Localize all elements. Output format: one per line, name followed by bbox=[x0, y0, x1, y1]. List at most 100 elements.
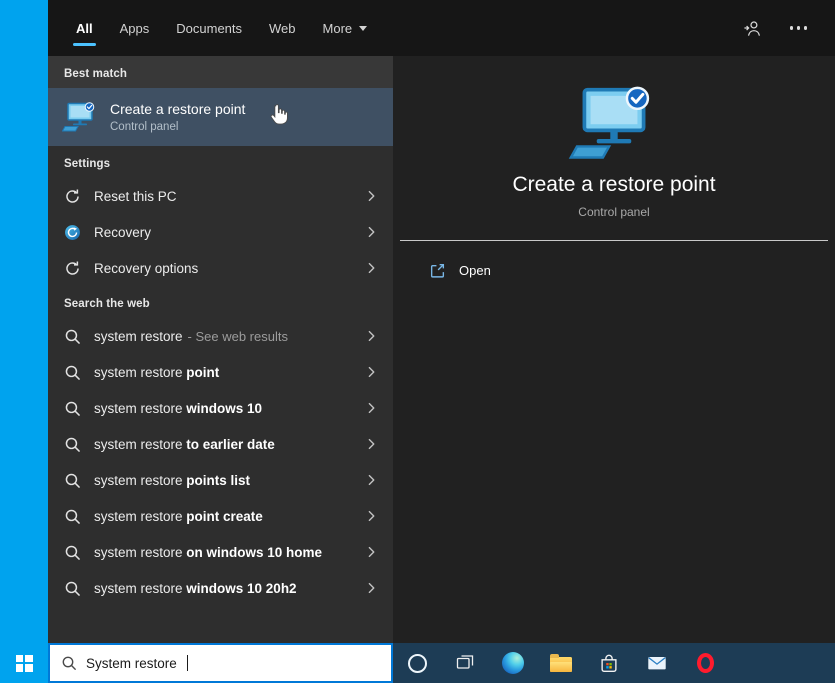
expand-chevron-icon[interactable] bbox=[365, 189, 379, 203]
tab-apps[interactable]: Apps bbox=[120, 0, 150, 56]
taskbar-search-value: System restore bbox=[86, 655, 177, 671]
preview-divider bbox=[400, 240, 828, 241]
expand-chevron-icon[interactable] bbox=[365, 437, 379, 451]
accent-strip bbox=[0, 0, 48, 683]
search-icon bbox=[65, 437, 80, 452]
suggestion-completion: windows 10 bbox=[186, 400, 263, 416]
cortana-icon bbox=[407, 653, 427, 673]
search-header: All Apps Documents Web More bbox=[48, 0, 835, 56]
section-label-best-match: Best match bbox=[64, 68, 127, 80]
search-icon bbox=[65, 473, 80, 488]
web-suggestion[interactable]: system restore on windows 10 home bbox=[48, 534, 393, 570]
file-explorer-button[interactable] bbox=[537, 643, 585, 683]
section-label-settings: Settings bbox=[64, 158, 111, 170]
search-icon bbox=[65, 581, 80, 596]
suggestion-query: system restore bbox=[94, 400, 187, 416]
suggestion-query: system restore bbox=[94, 508, 187, 524]
suggestion-query: system restore bbox=[94, 328, 183, 344]
result-recovery-options[interactable]: Recovery options bbox=[48, 250, 393, 286]
search-icon bbox=[65, 509, 80, 524]
restore-point-icon bbox=[62, 101, 98, 133]
search-content: Best match Create a restore point Contro… bbox=[48, 56, 835, 643]
section-label-search-the-web: Search the web bbox=[64, 298, 150, 310]
preview-panel: Create a restore point Control panel Ope… bbox=[393, 56, 835, 643]
search-icon bbox=[65, 545, 80, 560]
tab-all[interactable]: All bbox=[73, 0, 96, 56]
preview-subtitle: Control panel bbox=[578, 205, 650, 219]
store-button[interactable] bbox=[585, 643, 633, 683]
best-match-subtitle: Control panel bbox=[110, 121, 179, 133]
suggestion-completion: points list bbox=[186, 472, 251, 488]
open-button[interactable]: Open bbox=[429, 262, 491, 279]
file-explorer-icon bbox=[550, 654, 572, 672]
web-suggestion[interactable]: system restore windows 10 20h2 bbox=[48, 570, 393, 606]
header-actions bbox=[743, 19, 807, 38]
expand-chevron-icon[interactable] bbox=[365, 329, 379, 343]
suggestion-completion: on windows 10 home bbox=[186, 544, 323, 560]
search-icon bbox=[65, 365, 80, 380]
search-flyout: All Apps Documents Web More Best match C… bbox=[48, 0, 835, 643]
store-icon bbox=[601, 654, 617, 672]
preview-card: Create a restore point Control panel Ope… bbox=[393, 56, 835, 279]
best-match-item[interactable]: Create a restore point Control panel bbox=[48, 88, 393, 146]
tab-web[interactable]: Web bbox=[269, 0, 296, 56]
expand-chevron-icon[interactable] bbox=[365, 581, 379, 595]
results-panel: Best match Create a restore point Contro… bbox=[48, 56, 393, 643]
expand-chevron-icon[interactable] bbox=[365, 261, 379, 275]
web-suggestion[interactable]: system restore - See web results bbox=[48, 318, 393, 354]
suggestion-completion: point bbox=[186, 364, 220, 380]
web-section: Search the web system restore - See web r… bbox=[48, 286, 393, 606]
taskbar: System restore bbox=[48, 643, 835, 683]
result-recovery[interactable]: Recovery bbox=[48, 214, 393, 250]
expand-chevron-icon[interactable] bbox=[365, 509, 379, 523]
best-match-section: Best match Create a restore point Contro… bbox=[48, 56, 393, 146]
text-caret bbox=[186, 655, 188, 671]
tab-documents[interactable]: Documents bbox=[176, 0, 242, 56]
best-match-title: Create a restore point bbox=[110, 101, 246, 117]
task-view-icon bbox=[456, 655, 474, 669]
mail-button[interactable] bbox=[633, 643, 681, 683]
expand-chevron-icon[interactable] bbox=[365, 545, 379, 559]
expand-chevron-icon[interactable] bbox=[365, 401, 379, 415]
suggestion-query: system restore bbox=[94, 472, 187, 488]
edge-icon bbox=[502, 652, 524, 674]
expand-chevron-icon[interactable] bbox=[365, 225, 379, 239]
suggestion-query: system restore bbox=[94, 580, 187, 596]
open-label: Open bbox=[459, 263, 491, 278]
settings-section: Settings Reset this PC Recovery Recovery… bbox=[48, 146, 393, 286]
suggestion-completion: windows 10 20h2 bbox=[186, 580, 297, 596]
chevron-down-icon bbox=[359, 25, 368, 31]
web-suggestion[interactable]: system restore windows 10 bbox=[48, 390, 393, 426]
options-menu-icon[interactable] bbox=[789, 20, 807, 36]
web-suggestion[interactable]: system restore point bbox=[48, 354, 393, 390]
tab-more[interactable]: More bbox=[323, 0, 368, 56]
cortana-button[interactable] bbox=[393, 643, 441, 683]
suggestion-note: - See web results bbox=[187, 328, 288, 344]
edge-button[interactable] bbox=[489, 643, 537, 683]
start-button[interactable] bbox=[0, 643, 48, 683]
recovery-icon bbox=[65, 224, 80, 240]
windows-logo-icon bbox=[15, 654, 33, 672]
search-tabs: All Apps Documents Web More bbox=[73, 0, 368, 56]
opera-button[interactable] bbox=[681, 643, 729, 683]
search-icon bbox=[65, 401, 80, 416]
recovery-options-icon bbox=[66, 260, 79, 275]
web-suggestion[interactable]: system restore to earlier date bbox=[48, 426, 393, 462]
expand-chevron-icon[interactable] bbox=[365, 365, 379, 379]
web-suggestion[interactable]: system restore points list bbox=[48, 462, 393, 498]
suggestion-completion: to earlier date bbox=[186, 436, 275, 452]
expand-chevron-icon[interactable] bbox=[365, 473, 379, 487]
reset-pc-icon bbox=[66, 188, 79, 203]
preview-title: Create a restore point bbox=[512, 173, 716, 196]
suggestion-query: system restore bbox=[94, 436, 187, 452]
screen: All Apps Documents Web More Best match C… bbox=[0, 0, 835, 683]
opera-icon bbox=[696, 653, 714, 673]
suggestion-query: system restore bbox=[94, 544, 187, 560]
search-icon bbox=[65, 329, 80, 344]
restore-point-icon bbox=[568, 86, 650, 160]
sign-in-icon[interactable] bbox=[743, 19, 762, 38]
web-suggestion[interactable]: system restore point create bbox=[48, 498, 393, 534]
task-view-button[interactable] bbox=[441, 643, 489, 683]
result-reset-this-pc[interactable]: Reset this PC bbox=[48, 178, 393, 214]
taskbar-search-input[interactable]: System restore bbox=[48, 643, 393, 683]
